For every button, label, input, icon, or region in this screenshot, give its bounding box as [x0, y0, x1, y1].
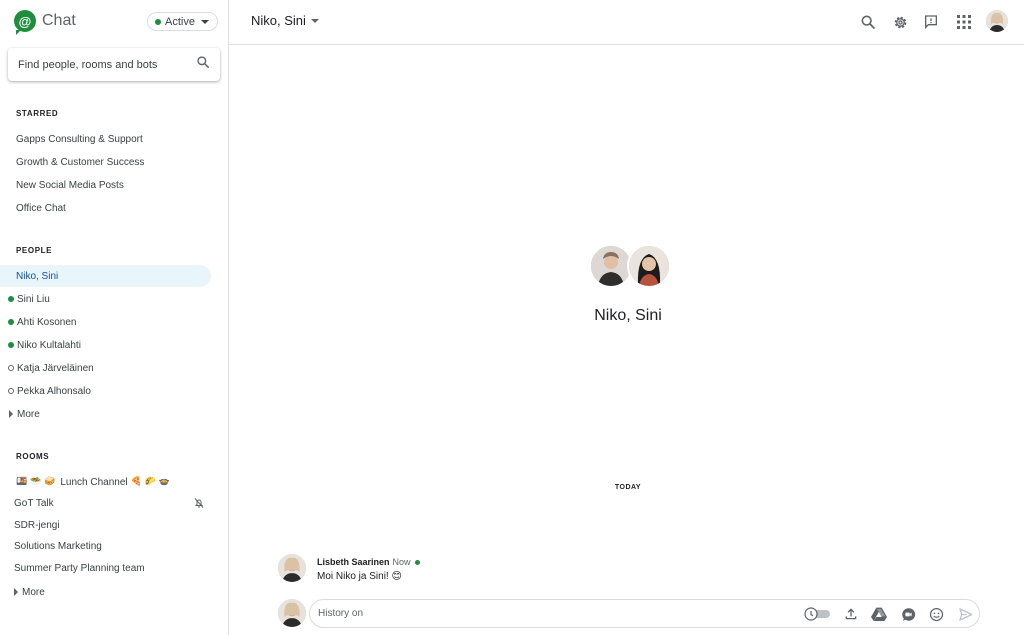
sidebar: @ Chat Active STARRED Gapps Consulting &…	[0, 0, 229, 635]
settings-icon[interactable]	[889, 11, 911, 33]
people-item[interactable]: Katja Järveläinen	[0, 357, 211, 379]
drive-icon[interactable]	[870, 605, 888, 623]
presence-offline-icon	[8, 388, 14, 394]
emoji-icon[interactable]	[927, 605, 945, 623]
room-item[interactable]: Summer Party Planning team	[0, 557, 211, 579]
status-dot-icon	[155, 18, 161, 25]
starred-heading: STARRED	[16, 109, 59, 118]
people-item-label: Pekka Alhonsalo	[17, 385, 91, 397]
room-item[interactable]: SDR-jengi	[0, 514, 211, 536]
starred-item[interactable]: New Social Media Posts	[0, 174, 211, 196]
day-divider: TODAY	[614, 484, 642, 491]
people-item-selected[interactable]: Niko, Sini	[0, 265, 211, 287]
people-item-label: Niko Kultalahti	[17, 339, 81, 351]
starred-item[interactable]: Growth & Customer Success	[0, 151, 211, 173]
notifications-off-icon[interactable]	[193, 497, 205, 512]
search-box[interactable]	[8, 48, 220, 81]
conversation-participants	[589, 244, 671, 288]
account-avatar[interactable]	[986, 10, 1008, 32]
room-item-label: Solutions Marketing	[14, 540, 102, 552]
sender-avatar[interactable]	[278, 554, 306, 582]
sender-name: Lisbeth Saarinen	[317, 557, 390, 567]
chevron-down-icon	[310, 18, 319, 23]
people-item-label: Sini Liu	[17, 293, 50, 305]
presence-online-icon	[8, 319, 14, 325]
message-header: Lisbeth Saarinen Now	[317, 557, 420, 567]
history-toggle[interactable]	[804, 605, 832, 623]
app-logo[interactable]: @ Chat	[14, 8, 76, 35]
room-emoji-after: 🍕 🌮 🍲	[130, 477, 170, 487]
room-item-label: SDR-jengi	[14, 519, 60, 531]
starred-item[interactable]: Office Chat	[0, 197, 211, 219]
starred-item[interactable]: Gapps Consulting & Support	[0, 128, 211, 150]
conversation-title-dropdown[interactable]: Niko, Sini	[251, 13, 319, 28]
status-dropdown[interactable]: Active	[147, 12, 218, 31]
search-icon[interactable]	[196, 55, 210, 74]
feedback-icon[interactable]	[920, 11, 942, 33]
presence-offline-icon	[8, 365, 14, 371]
people-item-label: Katja Järveläinen	[17, 362, 94, 374]
message-time: Now	[392, 557, 411, 567]
starred-item-label: Office Chat	[16, 202, 66, 214]
rooms-more-button[interactable]: More	[0, 581, 211, 603]
room-item-label: Lunch Channel	[60, 476, 128, 488]
presence-online-icon	[8, 342, 14, 348]
people-item[interactable]: Sini Liu	[0, 288, 211, 310]
expand-triangle-icon	[9, 410, 13, 418]
conversation-title: Niko, Sini	[251, 13, 306, 28]
people-item[interactable]: Ahti Kosonen	[0, 311, 211, 333]
search-icon[interactable]	[857, 11, 879, 33]
starred-item-label: New Social Media Posts	[16, 179, 124, 191]
self-avatar	[278, 599, 306, 627]
people-item-label: Ahti Kosonen	[17, 316, 77, 328]
participant-avatar	[627, 244, 671, 288]
room-emoji-before: 🍱 🥗 🥪	[16, 477, 56, 487]
app-name: Chat	[42, 12, 76, 29]
people-item[interactable]: Pekka Alhonsalo	[0, 380, 211, 402]
meet-icon[interactable]	[899, 605, 917, 623]
room-item-label: Summer Party Planning team	[14, 562, 145, 574]
people-more-button[interactable]: More	[0, 403, 211, 425]
more-label: More	[17, 408, 40, 420]
status-label: Active	[165, 15, 195, 28]
send-icon[interactable]	[956, 605, 974, 623]
more-label: More	[22, 586, 45, 598]
starred-item-label: Growth & Customer Success	[16, 156, 145, 168]
people-heading: PEOPLE	[16, 246, 53, 255]
people-item[interactable]: Niko Kultalahti	[0, 334, 211, 356]
chat-logo-icon: @	[14, 10, 36, 35]
rooms-heading: ROOMS	[16, 452, 50, 461]
upload-icon[interactable]	[842, 605, 860, 623]
room-item[interactable]: 🍱 🥗 🥪 Lunch Channel 🍕 🌮 🍲	[0, 471, 211, 493]
conversation-header: Niko, Sini	[229, 0, 1024, 45]
compose-box[interactable]	[309, 599, 980, 628]
presence-online-icon	[414, 560, 420, 566]
presence-online-icon	[8, 296, 14, 302]
expand-triangle-icon	[14, 588, 18, 596]
message: Lisbeth Saarinen Now Moi Niko ja Sini! 😊	[278, 554, 678, 586]
search-input[interactable]	[18, 58, 196, 71]
chevron-down-icon	[200, 19, 209, 24]
starred-item-label: Gapps Consulting & Support	[16, 133, 143, 145]
people-item-label: Niko, Sini	[16, 270, 59, 282]
room-item[interactable]: GoT Talk	[0, 492, 211, 514]
room-item-label: GoT Talk	[14, 497, 54, 509]
conversation-name: Niko, Sini	[594, 307, 662, 324]
room-item[interactable]: Solutions Marketing	[0, 535, 211, 557]
apps-grid-icon[interactable]	[953, 11, 975, 33]
message-text: Moi Niko ja Sini! 😊	[317, 571, 402, 582]
